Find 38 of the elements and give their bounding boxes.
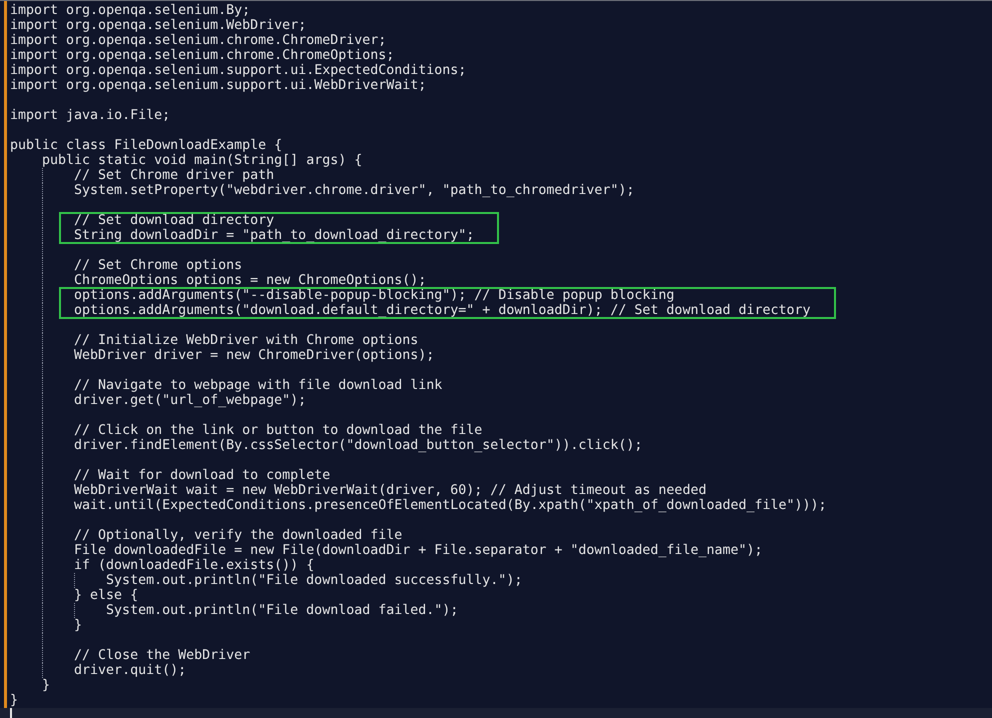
- code-line: // Set Chrome driver path: [10, 168, 274, 183]
- code-line: System.setProperty("webdriver.chrome.driver", "path_to_chromedriver");: [10, 183, 634, 198]
- code-line: }: [41, 678, 50, 693]
- code-line: wait.until(ExpectedConditions.presenceOfElementLocated(By.xpath("xpath_of_downloaded_file")));: [10, 498, 827, 513]
- code-line: options.addArguments("download.default_directory=" + downloadDir); // Set download directory: [10, 303, 811, 318]
- code-line: String downloadDir = "path_to_download_directory";: [10, 228, 474, 243]
- code-line: }: [10, 618, 82, 633]
- code-line: // Optionally, verify the downloaded file: [10, 528, 402, 543]
- code-line: // Set Chrome options: [10, 258, 242, 273]
- code-line: public class FileDownloadExample {: [10, 138, 282, 153]
- code-line: File downloadedFile = new File(downloadDir + File.separator + "downloaded_file_name");: [10, 543, 762, 558]
- code-line: driver.quit();: [10, 663, 186, 678]
- code-line: } else {: [10, 588, 138, 603]
- code-line: System.out.println("File download failed.");: [10, 603, 458, 618]
- code-line: import org.openqa.selenium.support.ui.ExpectedConditions;: [10, 63, 466, 78]
- code-line: import org.openqa.selenium.chrome.ChromeDriver;: [10, 33, 386, 48]
- code-line: import org.openqa.selenium.chrome.ChromeOptions;: [10, 48, 394, 63]
- code-line: // Close the WebDriver: [10, 648, 250, 663]
- code-line: ChromeOptions options = new ChromeOptions();: [10, 273, 426, 288]
- code-line: // Click on the link or button to download the file: [10, 423, 482, 438]
- code-line: import java.io.File;: [10, 108, 170, 123]
- code-line: driver.findElement(By.cssSelector("download_button_selector")).click();: [10, 438, 642, 453]
- code-line: options.addArguments("--disable-popup-blocking"); // Disable popup blocking: [10, 288, 674, 303]
- code-line: // Set download directory: [10, 213, 274, 228]
- code-line: }: [10, 693, 18, 708]
- code-line: // Wait for download to complete: [10, 468, 330, 483]
- code-line: System.out.println("File downloaded successfully.");: [10, 573, 522, 588]
- code-line: if (downloadedFile.exists()) {: [10, 558, 314, 573]
- code-line: driver.get("url_of_webpage");: [10, 393, 306, 408]
- code-line: WebDriverWait wait = new WebDriverWait(driver, 60); // Adjust timeout as needed: [10, 483, 706, 498]
- code-line: import org.openqa.selenium.support.ui.WebDriverWait;: [10, 78, 426, 93]
- code-line: // Initialize WebDriver with Chrome options: [10, 333, 418, 348]
- text-cursor: [10, 708, 12, 718]
- code-line: import org.openqa.selenium.By;: [10, 3, 250, 18]
- code-line: public static void main(String[] args) {: [41, 153, 362, 168]
- code-line: import org.openqa.selenium.WebDriver;: [10, 18, 306, 33]
- code-line: WebDriver driver = new ChromeDriver(options);: [10, 348, 434, 363]
- code-line: // Navigate to webpage with file download link: [10, 378, 442, 393]
